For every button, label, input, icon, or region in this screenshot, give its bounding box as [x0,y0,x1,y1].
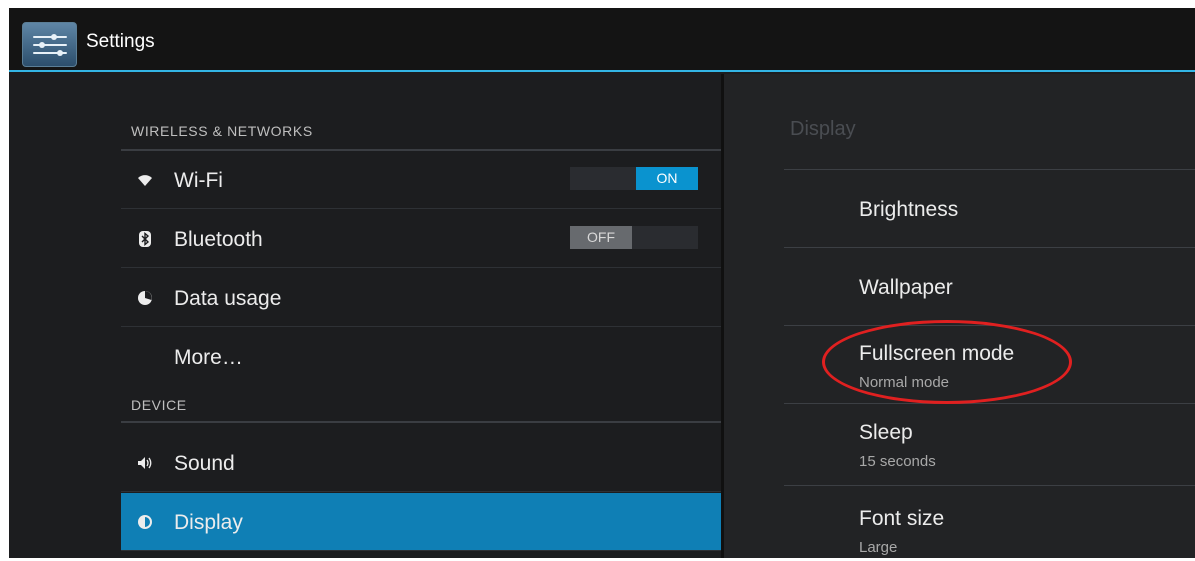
wifi-icon [137,172,153,188]
pref-sleep-summary: 15 seconds [859,453,936,470]
section-header-wireless: WIRELESS & NETWORKS [121,123,721,151]
highlight-circle [822,320,1072,404]
slider-knob-icon [51,34,57,40]
list-item-display[interactable]: Display [121,493,721,551]
pref-font-size-summary: Large [859,539,898,556]
pane-title: Display [790,118,856,140]
wifi-label: Wi-Fi [174,169,223,192]
bluetooth-icon [137,230,153,247]
settings-screen: Settings WIRELESS & NETWORKS Wi-Fi ON Bl… [9,8,1195,558]
sound-icon [137,455,153,471]
data-usage-icon [137,290,153,306]
more-label: More… [174,346,243,369]
bluetooth-toggle-state: OFF [570,226,632,249]
wifi-toggle-state: ON [636,167,698,190]
display-settings-pane: Display Brightness Wallpaper Fullscreen … [724,74,1195,558]
pref-brightness-title: Brightness [859,198,959,221]
app-title: Settings [86,31,155,52]
list-item-sound[interactable]: Sound [121,434,721,492]
slider-line-icon [33,36,67,38]
bluetooth-toggle[interactable]: OFF [570,226,698,249]
pref-font-size-title: Font size [859,507,945,530]
display-label: Display [174,511,243,534]
pref-wallpaper[interactable]: Wallpaper [784,248,1195,326]
list-item-wifi[interactable]: Wi-Fi ON [121,151,721,209]
pref-font-size[interactable]: Font size Large [784,486,1195,558]
pref-brightness[interactable]: Brightness [784,170,1195,248]
list-item-more[interactable]: More… [121,328,721,386]
list-item-bluetooth[interactable]: Bluetooth OFF [121,210,721,268]
pref-sleep-title: Sleep [859,421,913,444]
display-icon [137,514,153,530]
action-bar: Settings [9,8,1195,72]
section-header-device: DEVICE [121,397,721,423]
pref-sleep[interactable]: Sleep 15 seconds [784,404,1195,486]
slider-knob-icon [39,42,45,48]
list-item-data-usage[interactable]: Data usage [121,269,721,327]
sound-label: Sound [174,452,235,475]
slider-knob-icon [57,50,63,56]
bluetooth-label: Bluetooth [174,228,263,251]
settings-sliders-icon[interactable] [22,22,77,67]
wifi-toggle[interactable]: ON [570,167,698,190]
data-usage-label: Data usage [174,287,282,310]
settings-list: WIRELESS & NETWORKS Wi-Fi ON Bluetooth O… [121,74,721,558]
pref-wallpaper-title: Wallpaper [859,276,953,299]
